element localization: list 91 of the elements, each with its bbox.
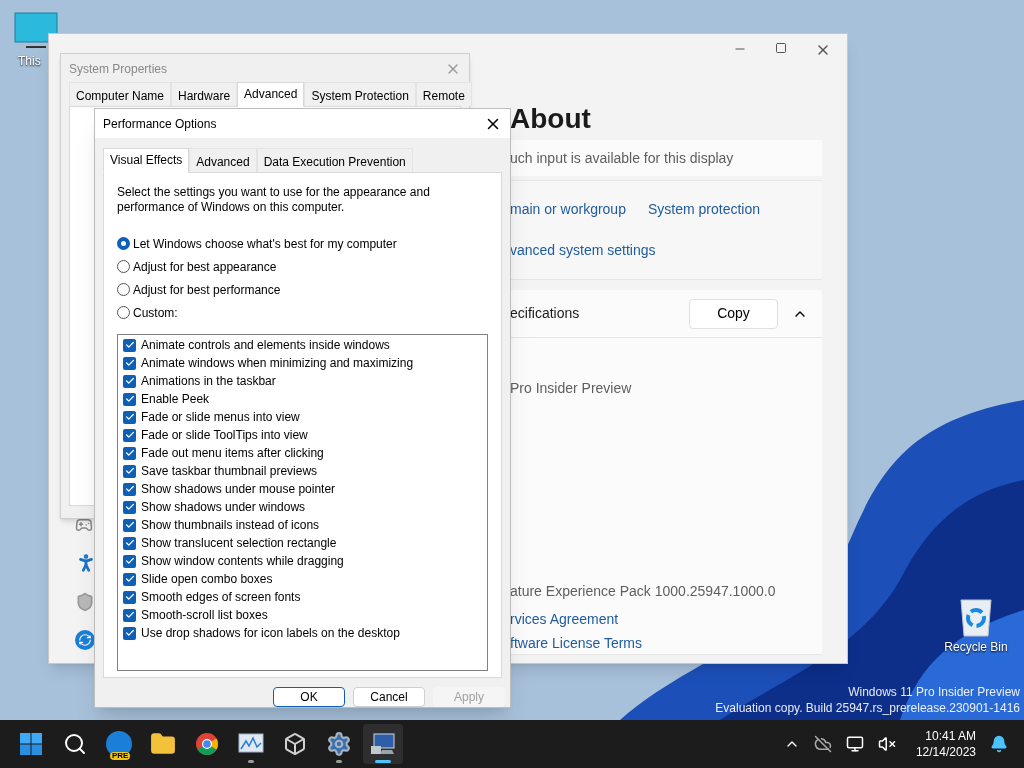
- page-title: About: [510, 102, 591, 136]
- computer-icon[interactable]: [370, 732, 396, 756]
- checkbox[interactable]: [123, 374, 136, 388]
- effect-option[interactable]: Show thumbnails instead of icons: [123, 516, 320, 535]
- update-icon[interactable]: [75, 630, 95, 650]
- dialog-button[interactable]: OK: [273, 687, 345, 707]
- checkbox[interactable]: [123, 572, 136, 586]
- experience-text: ature Experience Pack 1000.25947.1000.0: [510, 582, 776, 601]
- running-indicator: [375, 760, 391, 763]
- dialog-button[interactable]: Cancel: [353, 687, 425, 707]
- checkbox[interactable]: [123, 608, 136, 622]
- cloud-off-icon[interactable]: [813, 735, 832, 753]
- checkbox[interactable]: [123, 590, 136, 604]
- checkbox[interactable]: [123, 536, 136, 550]
- link[interactable]: System protection: [647, 199, 760, 220]
- effect-option[interactable]: Show window contents while dragging: [123, 552, 344, 571]
- effect-option[interactable]: Animate controls and elements inside windows: [123, 336, 390, 355]
- checkbox[interactable]: [123, 392, 136, 406]
- running-indicator: [336, 760, 342, 763]
- shield-icon[interactable]: [75, 592, 95, 612]
- icon-label: Recycle Bin: [944, 639, 1008, 656]
- window-title: Performance Options: [103, 115, 217, 133]
- checkbox[interactable]: [123, 482, 136, 496]
- watermark-text: Evaluation copy. Build 25947.rs_prerelease.230901-1416: [715, 700, 1020, 716]
- checkbox[interactable]: [123, 626, 136, 640]
- link[interactable]: vanced system settings: [510, 240, 656, 261]
- notification-icon[interactable]: [990, 735, 1008, 753]
- tab[interactable]: Computer Name: [69, 82, 172, 106]
- taskbar-button[interactable]: [363, 724, 403, 764]
- window-title: System Properties: [69, 61, 168, 78]
- tab[interactable]: Hardware: [171, 82, 238, 106]
- taskbar-button[interactable]: PRE: [99, 724, 139, 764]
- section-title: ecifications: [510, 304, 580, 323]
- checkbox[interactable]: [123, 518, 136, 532]
- effect-option[interactable]: Show shadows under windows: [123, 498, 306, 517]
- radio-option[interactable]: Let Windows choose what's best for my computer: [117, 235, 397, 253]
- effect-option[interactable]: Enable Peek: [123, 390, 210, 409]
- icon-label: This: [17, 53, 41, 70]
- checkbox[interactable]: [123, 446, 136, 460]
- link[interactable]: main or workgroup: [510, 199, 626, 220]
- tab[interactable]: Advanced: [237, 82, 305, 107]
- tab[interactable]: Visual Effects: [103, 148, 190, 174]
- description-text: Select the settings you want to use for the appearance and performance of Windows on this computer.: [117, 185, 431, 216]
- effect-option[interactable]: Fade or slide ToolTips into view: [123, 426, 308, 445]
- link[interactable]: ftware License Terms: [510, 633, 642, 654]
- start-icon[interactable]: [19, 732, 43, 756]
- copy-button[interactable]: Copy: [689, 298, 778, 329]
- folder-icon[interactable]: [150, 731, 176, 757]
- checkbox[interactable]: [123, 356, 136, 370]
- maximize-icon[interactable]: [775, 42, 787, 54]
- cube-icon[interactable]: [283, 732, 307, 756]
- checkbox[interactable]: [123, 428, 136, 442]
- tab[interactable]: Advanced: [189, 148, 257, 173]
- effect-option[interactable]: Show translucent selection rectangle: [123, 534, 337, 553]
- radio-option[interactable]: Custom:: [117, 304, 178, 322]
- effect-option[interactable]: Fade out menu items after clicking: [123, 444, 324, 463]
- effect-option[interactable]: Smooth-scroll list boxes: [123, 606, 268, 625]
- effect-option[interactable]: Show shadows under mouse pointer: [123, 480, 336, 499]
- search-icon[interactable]: [63, 732, 87, 756]
- edition-text: Pro Insider Preview: [510, 379, 632, 398]
- clock[interactable]: 10:41 AM 12/14/2023: [915, 728, 976, 760]
- browser-icon[interactable]: [195, 732, 219, 756]
- tab[interactable]: Data Execution Prevention: [256, 148, 413, 173]
- browser-icon[interactable]: PRE: [106, 731, 132, 757]
- running-indicator: [248, 760, 254, 763]
- effect-option[interactable]: Fade or slide menus into view: [123, 408, 300, 427]
- gamepad-icon[interactable]: [75, 516, 93, 534]
- checkbox[interactable]: [123, 338, 136, 352]
- badge: PRE: [110, 752, 131, 760]
- checkbox[interactable]: [123, 410, 136, 424]
- tab[interactable]: System Protection: [304, 82, 416, 106]
- effect-option[interactable]: Slide open combo boxes: [123, 570, 273, 589]
- volume-muted-icon[interactable]: [877, 735, 896, 753]
- settings-icon[interactable]: [326, 731, 352, 757]
- tab[interactable]: Remote: [415, 82, 472, 106]
- checkbox[interactable]: [123, 554, 136, 568]
- effect-option[interactable]: Smooth edges of screen fonts: [123, 588, 301, 607]
- radio-option[interactable]: Adjust for best performance: [117, 281, 281, 299]
- link[interactable]: rvices Agreement: [510, 609, 619, 630]
- effect-option[interactable]: Use drop shadows for icon labels on the desktop: [123, 624, 400, 643]
- recycle-bin-icon[interactable]: [958, 598, 994, 638]
- checkbox[interactable]: [123, 464, 136, 478]
- watermark-text: Windows 11 Pro Insider Preview: [848, 684, 1020, 700]
- chart-monitor-icon[interactable]: [238, 733, 264, 755]
- checkbox[interactable]: [123, 500, 136, 514]
- effect-option[interactable]: Animate windows when minimizing and maximizing: [123, 354, 414, 373]
- effect-option[interactable]: Animations in the taskbar: [123, 372, 276, 391]
- effect-option[interactable]: Save taskbar thumbnail previews: [123, 462, 318, 481]
- info-text: uch input is available for this display: [510, 148, 734, 168]
- radio-option[interactable]: Adjust for best appearance: [117, 258, 277, 276]
- network-icon[interactable]: [845, 735, 864, 753]
